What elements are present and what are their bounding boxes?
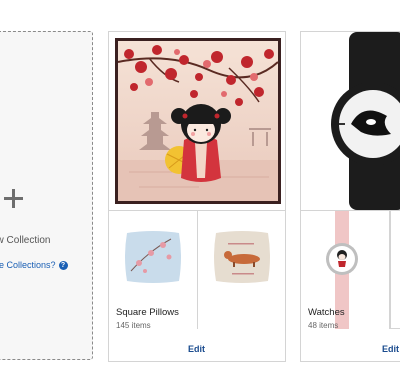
share-collections-label: are Collections? — [0, 260, 56, 270]
collection-hero-image[interactable] — [301, 32, 400, 210]
edit-collection-button[interactable]: Edit — [301, 344, 399, 354]
plus-icon — [4, 189, 24, 209]
collection-card-watches[interactable]: Watches 48 items Edit — [300, 31, 400, 362]
edit-collection-button[interactable]: Edit — [109, 344, 205, 354]
product-thumbnail[interactable] — [390, 211, 400, 329]
watch-artwork — [301, 32, 400, 210]
kokeshi-doll-artwork — [109, 32, 285, 210]
help-icon[interactable]: ? — [58, 261, 68, 271]
collection-card-square-pillows[interactable]: Square Pillows 145 items Edit — [108, 31, 286, 362]
pillow-dachshund-image — [198, 211, 285, 329]
share-collections-link[interactable]: are Collections?? — [0, 260, 68, 271]
collection-item-count: 48 items — [308, 321, 339, 330]
collection-item-count: 145 items — [116, 321, 151, 330]
new-collection-card[interactable]: ew Collection are Collections?? — [0, 31, 93, 360]
collection-title: Square Pillows — [116, 307, 179, 318]
collection-hero-image[interactable] — [109, 32, 285, 210]
product-thumbnail[interactable] — [198, 211, 285, 329]
collection-title: Watches — [308, 307, 345, 318]
